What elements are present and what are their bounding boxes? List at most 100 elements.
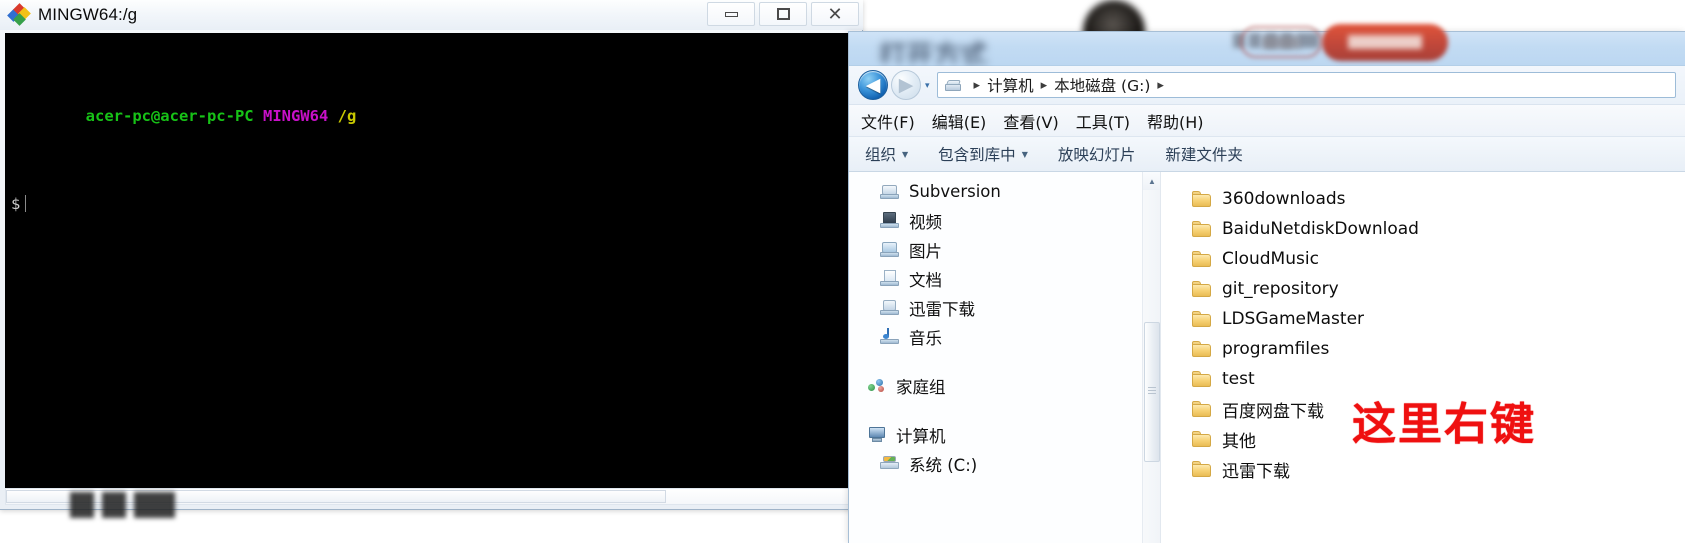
music-library-icon xyxy=(880,327,901,346)
list-item[interactable]: 360downloads xyxy=(1191,184,1685,214)
toolbar-organize-label: 组织 xyxy=(865,146,897,164)
folder-icon xyxy=(1191,460,1213,478)
folder-icon xyxy=(1191,340,1213,358)
toolbar-organize[interactable]: 组织 ▼ xyxy=(865,143,908,165)
menu-file[interactable]: 文件(F) xyxy=(861,109,915,133)
computer-icon xyxy=(867,426,888,444)
file-name: programfiles xyxy=(1222,339,1330,359)
tree-item-label: 文档 xyxy=(909,270,942,290)
folder-icon xyxy=(1191,400,1213,418)
git-bash-icon xyxy=(7,3,31,26)
folder-icon xyxy=(1191,310,1213,328)
menu-tools[interactable]: 工具(T) xyxy=(1076,109,1130,133)
navigation-pane[interactable]: Subversion 视频 图片 文档 迅雷下载 音乐 家庭组 计算机 系统 (… xyxy=(849,172,1161,543)
chevron-down-icon: ▼ xyxy=(1021,149,1028,159)
terminal-user-host: acer-pc@acer-pc-PC xyxy=(85,107,254,125)
tree-group-spacer xyxy=(849,400,1143,420)
toolbar-new-folder-label: 新建文件夹 xyxy=(1165,146,1243,164)
tree-item-videos[interactable]: 视频 xyxy=(849,206,1143,235)
file-list-pane[interactable]: 360downloads BaiduNetdiskDownload CloudM… xyxy=(1161,172,1685,543)
close-button[interactable]: ✕ xyxy=(811,2,859,26)
file-name: 迅雷下载 xyxy=(1222,461,1290,482)
breadcrumb-separator: ▸ xyxy=(973,77,981,93)
minimize-button[interactable] xyxy=(707,2,755,26)
list-item[interactable]: git_repository xyxy=(1191,274,1685,304)
tree-item-computer[interactable]: 计算机 xyxy=(849,420,1143,449)
explorer-title-text: 打开方式 xyxy=(879,41,987,64)
explorer-menu-bar: 文件(F) 编辑(E) 查看(V) 工具(T) 帮助(H) xyxy=(849,104,1685,136)
terminal-title-text: MINGW64:/g xyxy=(38,5,138,24)
navigation-pane-scrollbar[interactable]: ▲ xyxy=(1142,172,1160,543)
maximize-button[interactable] xyxy=(759,2,807,26)
toolbar-new-folder[interactable]: 新建文件夹 xyxy=(1165,143,1243,165)
terminal-window-controls: ✕ xyxy=(703,2,859,26)
terminal-console-output[interactable]: acer-pc@acer-pc-PC MINGW64 /g $ xyxy=(5,33,853,488)
background-blurred-bottom-text xyxy=(70,492,175,518)
list-item[interactable]: programfiles xyxy=(1191,334,1685,364)
file-name: test xyxy=(1222,369,1255,389)
tree-item-label: 系统 (C:) xyxy=(909,455,978,475)
back-arrow-icon: ◀ xyxy=(865,73,881,96)
file-name: 360downloads xyxy=(1222,189,1346,209)
file-name: 百度网盘下载 xyxy=(1222,401,1324,422)
explorer-command-bar: 组织 ▼ 包含到库中 ▼ 放映幻灯片 新建文件夹 xyxy=(849,136,1685,172)
toolbar-include-label: 包含到库中 xyxy=(938,146,1016,164)
forward-button[interactable]: ▶ xyxy=(891,70,921,100)
minimize-icon xyxy=(724,11,738,17)
explorer-body: Subversion 视频 图片 文档 迅雷下载 音乐 家庭组 计算机 系统 (… xyxy=(849,172,1685,543)
terminal-cursor xyxy=(25,195,33,212)
folder-icon xyxy=(1191,430,1213,448)
back-button[interactable]: ◀ xyxy=(858,70,888,100)
pictures-library-icon xyxy=(880,241,901,259)
homegroup-icon xyxy=(867,377,888,395)
thunder-download-library-icon xyxy=(880,299,901,317)
background-blurred-outline-button-text xyxy=(1262,36,1300,49)
folder-icon xyxy=(1191,250,1213,268)
background-blurred-primary-button-text xyxy=(1348,35,1422,49)
tree-item-label: 音乐 xyxy=(909,328,942,348)
chevron-down-icon[interactable]: ▾ xyxy=(925,80,930,91)
folder-icon xyxy=(1191,220,1213,238)
breadcrumb-drive-g[interactable]: 本地磁盘 (G:) xyxy=(1054,74,1150,96)
drive-icon xyxy=(944,78,963,93)
list-item[interactable]: 迅雷下载 xyxy=(1191,454,1685,484)
system-drive-icon xyxy=(880,455,901,473)
chevron-down-icon: ▼ xyxy=(902,149,909,159)
toolbar-include-in-library[interactable]: 包含到库中 ▼ xyxy=(938,143,1028,165)
folder-icon xyxy=(1191,370,1213,388)
list-item[interactable]: CloudMusic xyxy=(1191,244,1685,274)
breadcrumb-computer[interactable]: 计算机 xyxy=(987,74,1034,96)
tree-item-music[interactable]: 音乐 xyxy=(849,322,1143,351)
breadcrumb-separator: ▸ xyxy=(1040,77,1048,93)
tree-item-thunder-download[interactable]: 迅雷下载 xyxy=(849,293,1143,322)
tree-item-subversion[interactable]: Subversion xyxy=(849,177,1143,206)
toolbar-slideshow-label: 放映幻灯片 xyxy=(1057,146,1136,164)
menu-help[interactable]: 帮助(H) xyxy=(1147,109,1204,133)
tree-item-label: 迅雷下载 xyxy=(909,299,975,319)
tree-item-label: 计算机 xyxy=(896,426,946,446)
forward-arrow-icon: ▶ xyxy=(898,73,914,96)
tree-group-spacer xyxy=(849,351,1143,371)
tree-item-label: Subversion xyxy=(909,182,1001,201)
tree-item-pictures[interactable]: 图片 xyxy=(849,235,1143,264)
subversion-folder-icon xyxy=(880,183,901,201)
scroll-up-arrow-icon[interactable]: ▲ xyxy=(1143,172,1160,190)
documents-library-icon xyxy=(880,269,901,288)
tree-item-label: 视频 xyxy=(909,212,942,232)
folder-icon xyxy=(1191,280,1213,298)
tree-item-documents[interactable]: 文档 xyxy=(849,264,1143,293)
tree-item-homegroup[interactable]: 家庭组 xyxy=(849,371,1143,400)
terminal-title-bar[interactable]: MINGW64:/g ✕ xyxy=(0,0,863,30)
menu-edit[interactable]: 编辑(E) xyxy=(932,109,987,133)
maximize-icon xyxy=(776,8,790,20)
list-item[interactable]: LDSGameMaster xyxy=(1191,304,1685,334)
list-item[interactable]: BaiduNetdiskDownload xyxy=(1191,214,1685,244)
breadcrumb-separator: ▸ xyxy=(1157,77,1164,93)
menu-view[interactable]: 查看(V) xyxy=(1003,109,1058,133)
screen-root: MINGW64:/g ✕ acer-pc@acer-pc-PC MINGW64 … xyxy=(0,0,1685,543)
toolbar-slideshow[interactable]: 放映幻灯片 xyxy=(1058,143,1136,165)
terminal-shell-env: MINGW64 xyxy=(262,107,329,125)
tree-item-system-drive-c[interactable]: 系统 (C:) xyxy=(849,449,1143,478)
file-name: git_repository xyxy=(1222,279,1339,299)
address-bar[interactable]: ▸ 计算机 ▸ 本地磁盘 (G:) ▸ xyxy=(936,72,1676,98)
